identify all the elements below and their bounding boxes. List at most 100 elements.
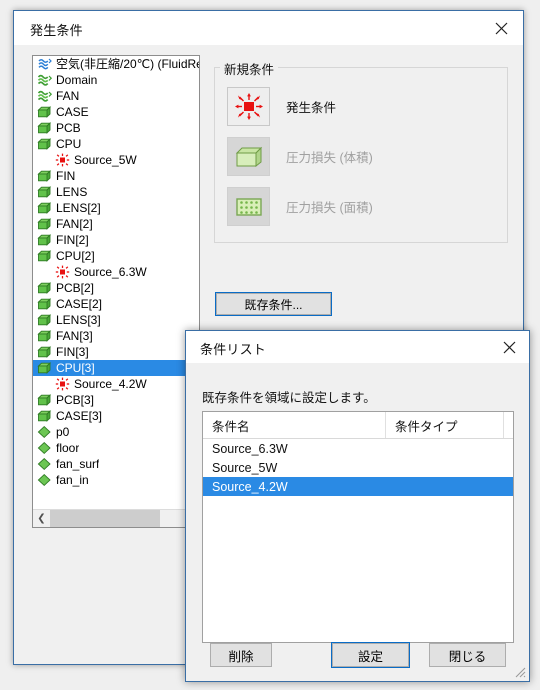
list-dialog-body: 既存条件を領域に設定します。 条件名 条件タイプ Source_6.3W Sour… [186,363,529,681]
tree-item[interactable]: p0 [33,424,199,440]
tree-item-label: CPU [56,137,82,151]
object-tree-panel[interactable]: 空気(非圧縮/20℃) (FluidRe Domain FAN CASE PCB CPU S… [32,55,200,528]
set-button[interactable]: 設定 [331,642,410,668]
tree-item-label: CASE[2] [56,297,103,311]
chevron-left-icon[interactable]: ❮ [33,510,50,527]
tree-item[interactable]: Source_6.3W [33,264,199,280]
tree-item-label: PCB[2] [56,281,95,295]
tree-item[interactable]: CPU[2] [33,248,199,264]
tree-item-label: CASE[3] [56,409,103,423]
column-header-type[interactable]: 条件タイプ [386,412,504,438]
table-row[interactable]: Source_5W [203,458,513,477]
solid-box-icon [37,393,52,407]
condition-table-rows: Source_6.3W Source_5W Source_4.2W [203,439,513,496]
tree-item-label: Source_5W [74,153,137,167]
heat-generation-icon[interactable] [227,87,270,126]
tree-item[interactable]: CASE [33,104,199,120]
option-pressure-loss-area[interactable]: 圧力損失 (面積) [227,187,373,226]
table-row[interactable]: Source_6.3W [203,439,513,458]
tree-item[interactable]: Domain [33,72,199,88]
scroll-thumb[interactable] [50,510,160,527]
solid-box-icon [37,233,52,247]
main-dialog-title: 発生条件 [30,23,83,38]
tree-item-label: fan_surf [56,457,100,471]
solid-box-icon [37,121,52,135]
tree-item[interactable]: Source_5W [33,152,199,168]
delete-button[interactable]: 削除 [210,643,272,667]
tree-item-label: FIN [56,169,76,183]
scroll-track[interactable] [50,510,182,527]
tree-item-label: PCB[3] [56,393,95,407]
tree-item[interactable]: floor [33,440,199,456]
tree-item[interactable]: FIN [33,168,199,184]
solid-box-icon [37,409,52,423]
tree-item[interactable]: FAN [33,88,199,104]
list-dialog-title: 条件リスト [200,342,267,357]
close-icon[interactable] [489,331,529,363]
heat-source-icon [55,153,70,167]
tree-item-label: FAN[2] [56,217,93,231]
tree-item[interactable]: CPU[3] [33,360,199,376]
solid-box-icon [37,297,52,311]
solid-box-icon [37,169,52,183]
tree-item-label: CPU[3] [56,361,95,375]
tree-item[interactable]: FAN[2] [33,216,199,232]
tree-item[interactable]: PCB [33,120,199,136]
close-icon[interactable] [479,11,523,45]
tree-item-label: Source_6.3W [74,265,147,279]
tree-item-label: LENS [56,185,88,199]
tree-item[interactable]: fan_in [33,472,199,488]
pressure-loss-area-icon[interactable] [227,187,270,226]
heat-source-icon [55,265,70,279]
table-cell-name: Source_5W [212,460,278,475]
existing-condition-button[interactable]: 既存条件... [215,292,332,316]
tree-horizontal-scrollbar[interactable]: ❮ ❯ [33,509,199,527]
option-pressure-loss-area-label: 圧力損失 (面積) [286,201,373,215]
fluid-icon [37,57,52,71]
tree-item-label: FAN[3] [56,329,93,343]
resize-grip-icon[interactable] [514,666,526,678]
tree-item[interactable]: CPU [33,136,199,152]
condition-table[interactable]: 条件名 条件タイプ Source_6.3W Source_5W Source_4.2… [202,411,514,643]
object-tree-list[interactable]: 空気(非圧縮/20℃) (FluidRe Domain FAN CASE PCB CPU S… [33,56,199,509]
tree-item-label: 空気(非圧縮/20℃) (FluidRe [56,57,199,71]
tree-item-label: Source_4.2W [74,377,147,391]
solid-box-icon [37,105,52,119]
tree-item[interactable]: LENS [33,184,199,200]
table-row[interactable]: Source_4.2W [203,477,513,496]
face-diamond-icon [37,441,52,455]
tree-item[interactable]: fan_surf [33,456,199,472]
option-heat-generation-label: 発生条件 [286,101,337,115]
heat-source-icon [55,377,70,391]
tree-item-label: p0 [56,425,70,439]
option-pressure-loss-volume[interactable]: 圧力損失 (体積) [227,137,373,176]
tree-item[interactable]: PCB[3] [33,392,199,408]
tree-item[interactable]: LENS[3] [33,312,199,328]
solid-box-icon [37,137,52,151]
list-dialog-titlebar: 条件リスト [186,331,529,363]
tree-item-label: PCB [56,121,81,135]
fluid-icon-green [37,73,52,87]
tree-item[interactable]: LENS[2] [33,200,199,216]
tree-item-label: FIN[3] [56,345,89,359]
close-button[interactable]: 閉じる [429,643,506,667]
tree-item[interactable]: Source_4.2W [33,376,199,392]
solid-box-icon [37,345,52,359]
tree-item[interactable]: PCB[2] [33,280,199,296]
option-heat-generation[interactable]: 発生条件 [227,87,336,126]
face-diamond-icon [37,473,52,487]
tree-item[interactable]: FIN[2] [33,232,199,248]
fluid-icon-green [37,89,52,103]
solid-box-icon [37,313,52,327]
tree-item[interactable]: FAN[3] [33,328,199,344]
tree-item[interactable]: CASE[2] [33,296,199,312]
tree-item-label: floor [56,441,80,455]
solid-box-icon [37,281,52,295]
column-header-name[interactable]: 条件名 [203,412,386,438]
pressure-loss-volume-icon[interactable] [227,137,270,176]
table-cell-name: Source_6.3W [212,441,288,456]
tree-item[interactable]: 空気(非圧縮/20℃) (FluidRe [33,56,199,72]
tree-item[interactable]: FIN[3] [33,344,199,360]
tree-item[interactable]: CASE[3] [33,408,199,424]
solid-box-icon [37,217,52,231]
